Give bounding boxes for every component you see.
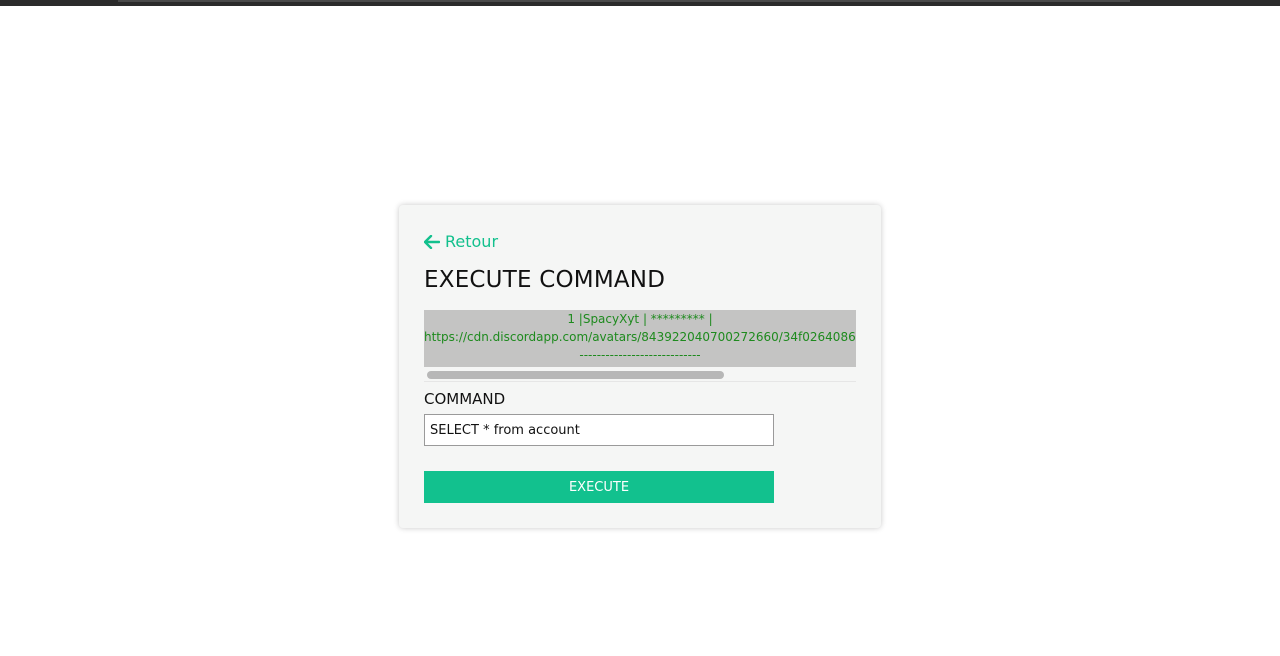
browser-top-bar-strip	[118, 0, 1130, 2]
horizontal-scrollbar[interactable]	[424, 369, 856, 382]
execute-button[interactable]: EXECUTE	[424, 471, 774, 503]
output-avatar-url: https://cdn.discordapp.com/avatars/84392…	[424, 330, 856, 344]
query-output: 1 |SpacyXyt | ********* | https://cdn.di…	[424, 310, 856, 367]
scrollbar-thumb[interactable]	[427, 371, 724, 379]
command-label: COMMAND	[424, 390, 506, 408]
arrow-left-icon	[424, 234, 440, 249]
page-title: EXECUTE COMMAND	[424, 267, 666, 293]
browser-top-bar	[0, 0, 1280, 6]
output-row: 1 |SpacyXyt | ********* |	[567, 312, 713, 326]
command-input[interactable]	[424, 414, 774, 446]
command-card: Retour EXECUTE COMMAND 1 |SpacyXyt | ***…	[399, 205, 881, 528]
query-output-container: 1 |SpacyXyt | ********* | https://cdn.di…	[424, 310, 856, 382]
back-link[interactable]: Retour	[424, 232, 498, 251]
back-link-label: Retour	[445, 232, 499, 251]
output-separator: ----------------------------	[579, 348, 701, 362]
